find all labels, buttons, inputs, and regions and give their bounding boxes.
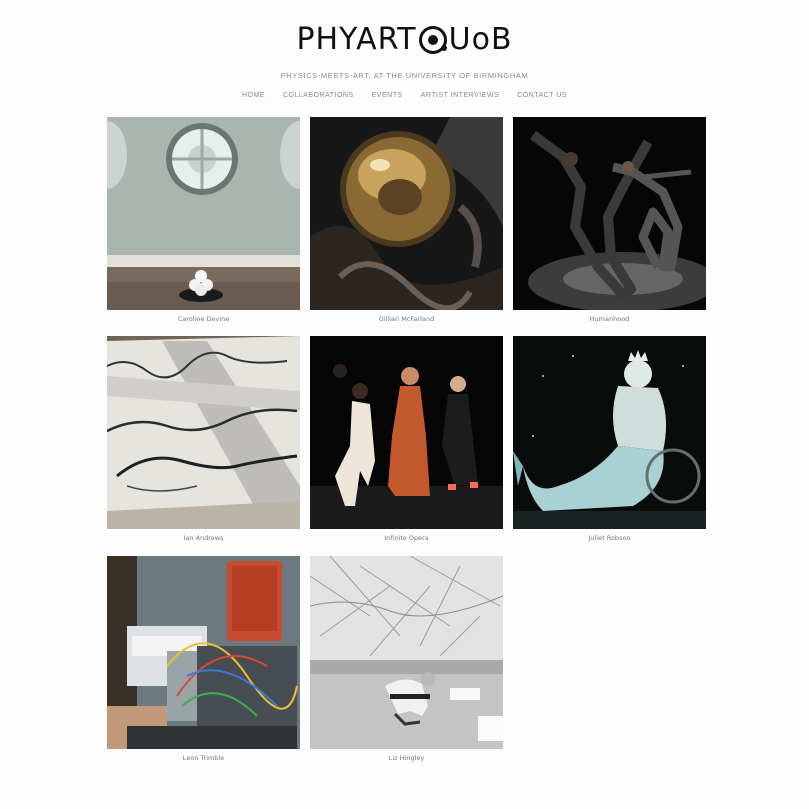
nav-events[interactable]: Events	[363, 92, 412, 99]
gallery-image-gillian-mcfarland[interactable]	[310, 117, 503, 310]
gallery-caption: Ian Andrews	[183, 534, 224, 542]
nav-contact-us[interactable]: Contact Us	[508, 92, 576, 99]
site-logo[interactable]: PHYART UoB	[0, 20, 809, 60]
gallery-item[interactable]: Juliet Robson	[513, 336, 706, 542]
gallery-caption: Juliet Robson	[588, 534, 631, 542]
nav-home[interactable]: Home	[233, 92, 274, 99]
main-nav: Home Collaborations Events Artist Interv…	[0, 92, 809, 99]
room-installation-image	[107, 117, 300, 310]
gallery-caption: Liz Hingley	[388, 754, 425, 762]
gallery-image-liz-hingley[interactable]	[310, 556, 503, 749]
scribbled-room-image	[310, 556, 503, 749]
opera-performers-image	[310, 336, 503, 529]
gallery-caption: Infinite Opera	[384, 534, 429, 542]
gallery-item[interactable]: Gillian McFarland	[310, 117, 503, 323]
synth-modules-image	[107, 556, 300, 749]
gallery-image-leon-trimble[interactable]	[107, 556, 300, 749]
gallery-caption: Gillian McFarland	[378, 315, 435, 323]
site-tagline: Physics-Meets-Art, at the University of …	[280, 71, 529, 80]
gallery-item[interactable]: Leon Trimble	[107, 556, 300, 762]
gallery-item[interactable]: Liz Hingley	[310, 556, 503, 762]
gallery-item[interactable]: Infinite Opera	[310, 336, 503, 542]
dancers-image	[513, 117, 706, 310]
ink-drawing-image	[107, 336, 300, 529]
gallery-image-humanhood[interactable]	[513, 117, 706, 310]
gallery-caption: Leon Trimble	[182, 754, 225, 762]
logo-text-right: UoB	[448, 22, 513, 57]
gallery-caption: Humanhood	[589, 315, 630, 323]
gallery-item[interactable]: Humanhood	[513, 117, 706, 323]
logo-text-left: PHYART	[296, 22, 417, 57]
gallery-item[interactable]: Caroline Devine	[107, 117, 300, 323]
gallery-image-caroline-devine[interactable]	[107, 117, 300, 310]
gallery-image-juliet-robson[interactable]	[513, 336, 706, 529]
glass-sphere-image	[310, 117, 503, 310]
gallery-image-ian-andrews[interactable]	[107, 336, 300, 529]
nav-artist-interviews[interactable]: Artist Interviews	[412, 92, 509, 99]
nav-collaborations[interactable]: Collaborations	[274, 92, 363, 99]
mermaid-image	[513, 336, 706, 529]
gallery-image-infinite-opera[interactable]	[310, 336, 503, 529]
gallery-item[interactable]: Ian Andrews	[107, 336, 300, 542]
gallery-caption: Caroline Devine	[177, 315, 230, 323]
orbit-logo-icon	[418, 26, 447, 54]
